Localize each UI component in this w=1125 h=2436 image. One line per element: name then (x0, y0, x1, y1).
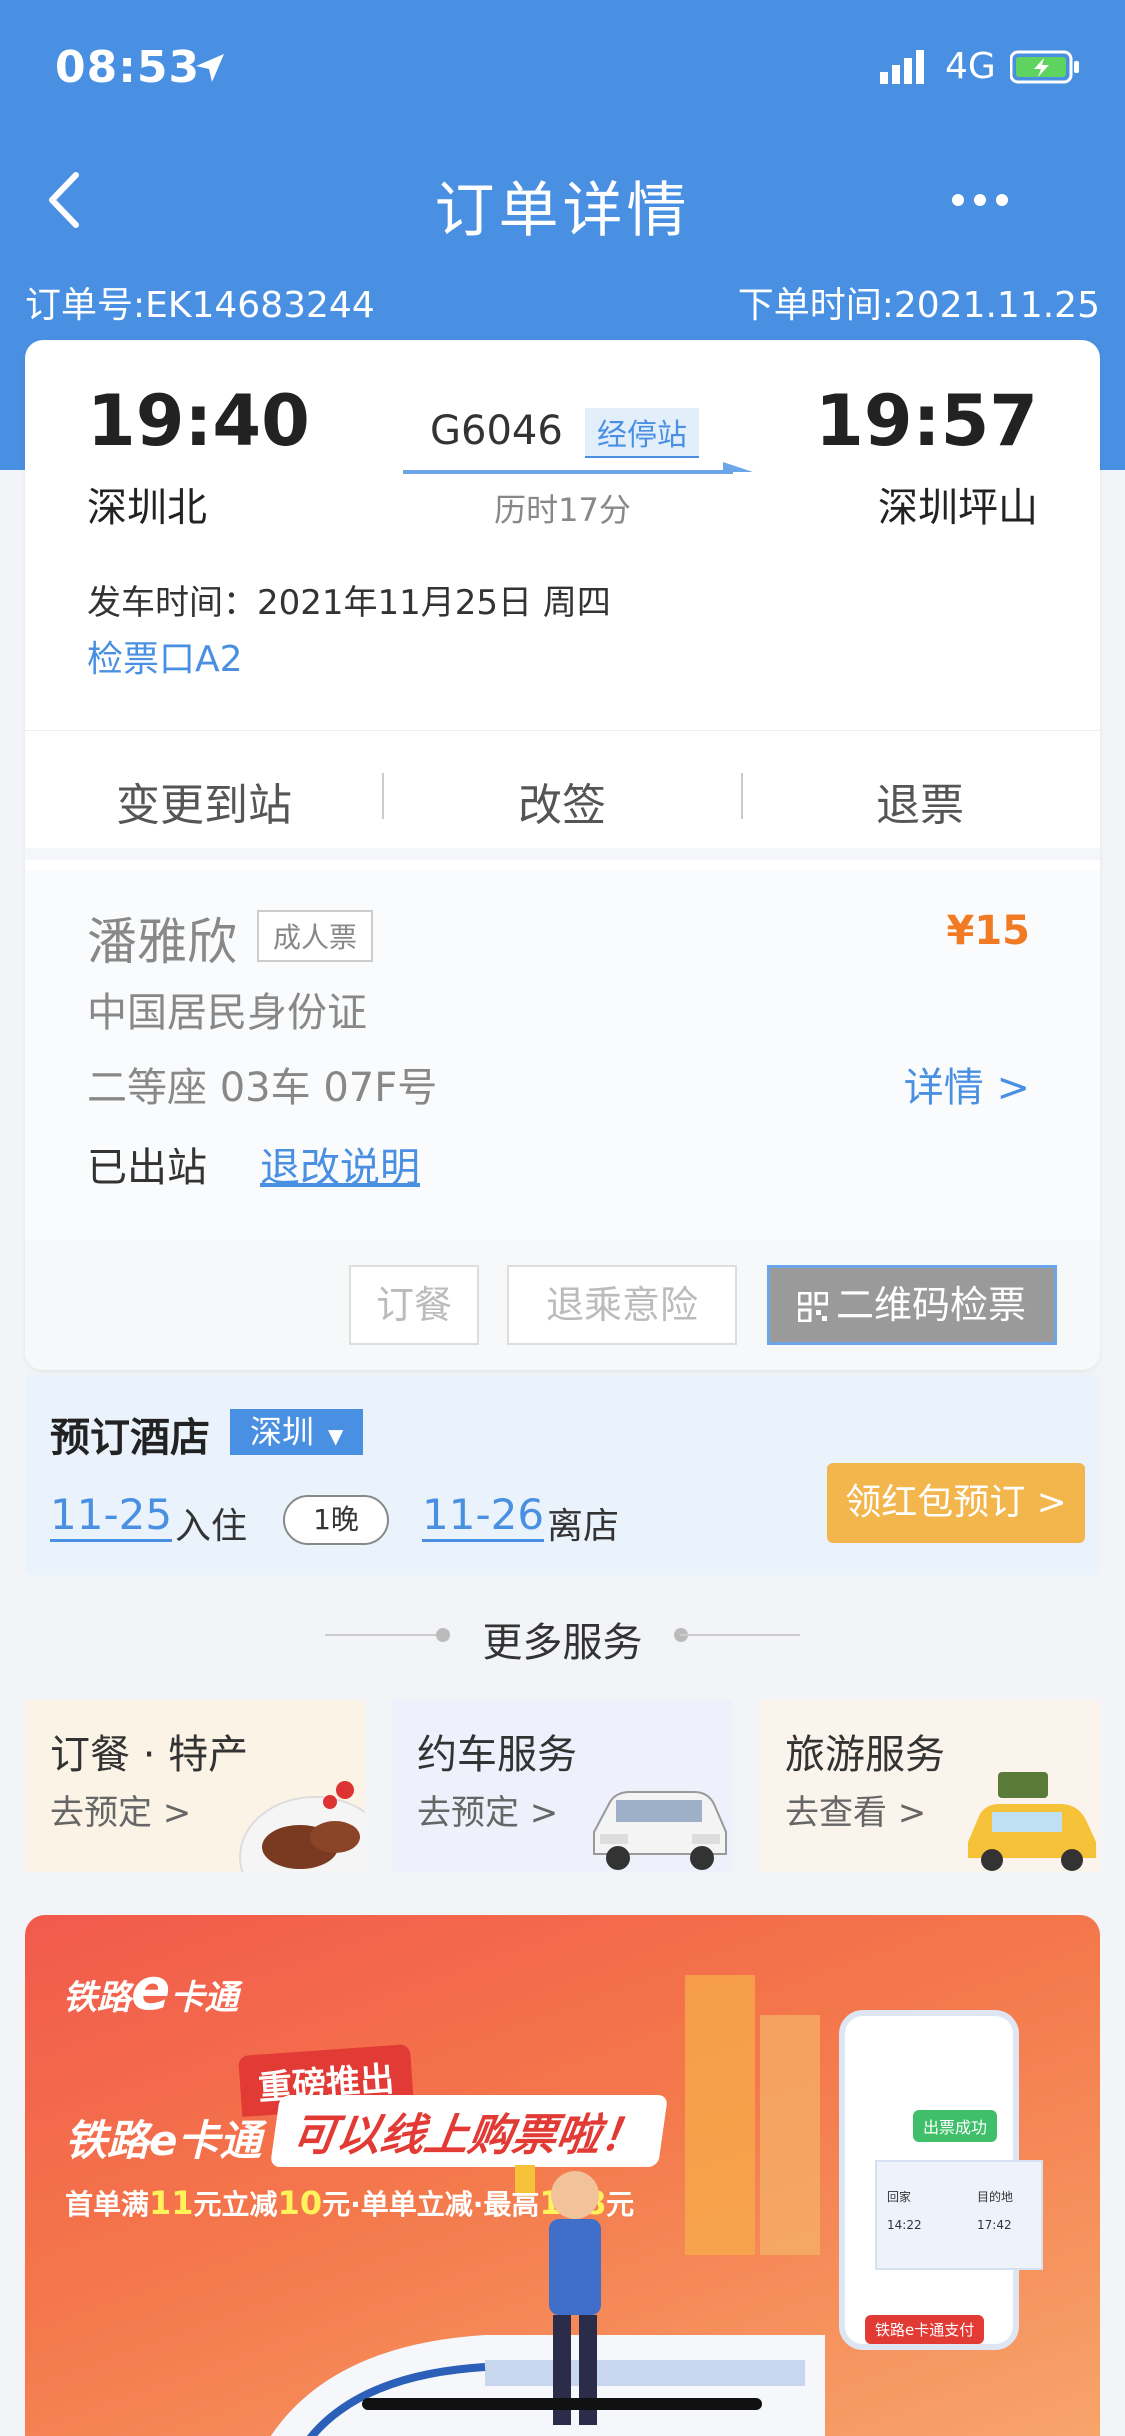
ticket-type-badge: 成人票 (257, 910, 374, 962)
status-time: 08:53 (55, 42, 201, 93)
traveler-illustration (515, 2165, 601, 2425)
ticket-from: 回家 (887, 2190, 912, 2204)
banner-headline: 铁路e卡通 (65, 2116, 262, 2165)
stops-link[interactable]: 经停站 (585, 408, 699, 458)
navigation-bar: 订单详情 (0, 140, 1125, 260)
service-title: 订餐 · 特产 (50, 1732, 249, 1778)
buildings-illustration (685, 1975, 820, 2255)
checkout-label: 离店 (547, 1506, 620, 1547)
car-icon (593, 1791, 727, 1870)
service-sub: 去预定 > (417, 1793, 559, 1833)
hotel-title: 预订酒店 (50, 1415, 210, 1461)
sub-text: 元立减 (193, 2188, 278, 2221)
insurance-button[interactable]: 退乘意险 (507, 1265, 737, 1345)
battery-charging-icon (1010, 50, 1079, 84)
steak-plate-icon (239, 1781, 365, 1872)
e-card-promo-banner[interactable]: 铁路e卡通 重磅推出 铁路e卡通 可以线上购票啦！ 首单满11元立减10元·单单… (25, 1915, 1100, 2436)
sub-text: 首单满 (65, 2188, 150, 2221)
nights-badge: 1晚 (283, 1495, 389, 1545)
city-label: 深圳 (250, 1413, 315, 1451)
checkin-label: 入住 (175, 1506, 248, 1547)
ticket-card: 19:40 深圳北 G6046 经停站 历时17分 19:57 深圳坪山 发车时… (25, 340, 1100, 1370)
logo-e: e (131, 1955, 171, 2023)
qr-check-label: 二维码检票 (835, 1283, 1026, 1327)
qr-code-icon (797, 1291, 829, 1323)
ticket-illustration: 回家 目的地 14:22 17:42 (875, 2160, 1043, 2270)
logo-prefix: 铁路 (63, 1978, 131, 2018)
home-indicator (362, 2398, 762, 2410)
service-meal-card[interactable]: 订餐 · 特产 去预定 > (25, 1700, 365, 1872)
qr-check-button[interactable]: 二维码检票 (767, 1265, 1057, 1345)
change-station-button[interactable]: 变更到站 (25, 769, 383, 833)
more-services-title: 更多服务 (482, 1620, 643, 1666)
depart-time: 19:40 (87, 380, 310, 462)
service-sub: 去预定 > (50, 1793, 192, 1833)
banner-logo: 铁路e卡通 (63, 1955, 238, 2023)
detail-link[interactable]: 详情 > (904, 1055, 1030, 1113)
service-travel-card[interactable]: 旅游服务 去查看 > (760, 1700, 1100, 1872)
location-arrow-icon (196, 54, 224, 82)
reschedule-button[interactable]: 改签 (383, 769, 741, 833)
travel-car-icon (968, 1772, 1096, 1871)
dropdown-triangle-icon: ▼ (328, 1424, 344, 1448)
ticket-actions: 变更到站 改签 退票 (25, 730, 1100, 860)
order-info-row: 订单号:EK14683244 下单时间:2021.11.25 (25, 276, 1100, 326)
book-hotel-button[interactable]: 领红包预订 > (827, 1463, 1085, 1543)
service-title: 约车服务 (417, 1732, 577, 1778)
ticket-price: ¥15 (946, 908, 1031, 954)
id-type: 中国居民身份证 (87, 990, 367, 1036)
depart-date: 发车时间：2021年11月25日 周四 (87, 583, 611, 623)
ticket-status: 已出站 (87, 1145, 207, 1191)
pay-badge: 铁路e卡通支付 (865, 2315, 985, 2344)
order-meal-button[interactable]: 订餐 (349, 1265, 479, 1345)
ticket-success-badge: 出票成功 (913, 2110, 998, 2142)
city-selector[interactable]: 深圳 ▼ (230, 1409, 364, 1455)
passenger-name: 潘雅欣 (87, 913, 237, 971)
more-options-icon[interactable] (950, 190, 1010, 210)
ticket-to: 目的地 (977, 2190, 1014, 2204)
order-number: 订单号:EK14683244 (25, 285, 375, 326)
cellular-signal-icon (880, 50, 924, 84)
network-type: 4G (945, 46, 996, 87)
checkout-date[interactable]: 11-26 (422, 1490, 545, 1542)
train-number: G6046 (430, 408, 563, 454)
ticket-dep: 14:22 (887, 2218, 922, 2232)
order-time: 下单时间:2021.11.25 (737, 285, 1100, 326)
status-bar: 08:53 4G (0, 0, 1125, 130)
service-title: 旅游服务 (785, 1732, 945, 1778)
ticket-gate: 检票口A2 (87, 639, 243, 680)
divider-line (680, 1634, 800, 1636)
arrive-station: 深圳坪山 (878, 485, 1038, 531)
arrive-time: 19:57 (815, 380, 1038, 462)
passenger-section: 潘雅欣 成人票 ¥15 中国居民身份证 二等座 03车 07F号 详情 > 已出… (25, 870, 1100, 1240)
logo-suffix: 卡通 (170, 1978, 239, 2018)
sub-number: 10 (277, 2184, 323, 2222)
service-sub: 去查看 > (785, 1793, 927, 1833)
seat-info: 二等座 03车 07F号 (87, 1065, 438, 1111)
sub-number: 11 (149, 2184, 194, 2222)
service-car-card[interactable]: 约车服务 去预定 > (392, 1700, 732, 1872)
ticket-arr: 17:42 (977, 2218, 1012, 2232)
refund-rules-link[interactable]: 退改说明 (260, 1135, 420, 1193)
refund-button[interactable]: 退票 (741, 769, 1099, 833)
hotel-booking-card: 预订酒店 深圳 ▼ 11-25 入住 1晚 11-26 离店 领红包预订 > (25, 1375, 1100, 1575)
route-arrow-icon (403, 462, 753, 474)
ticket-button-row: 订餐 退乘意险 二维码检票 (25, 1240, 1100, 1370)
checkin-date[interactable]: 11-25 (50, 1490, 173, 1542)
